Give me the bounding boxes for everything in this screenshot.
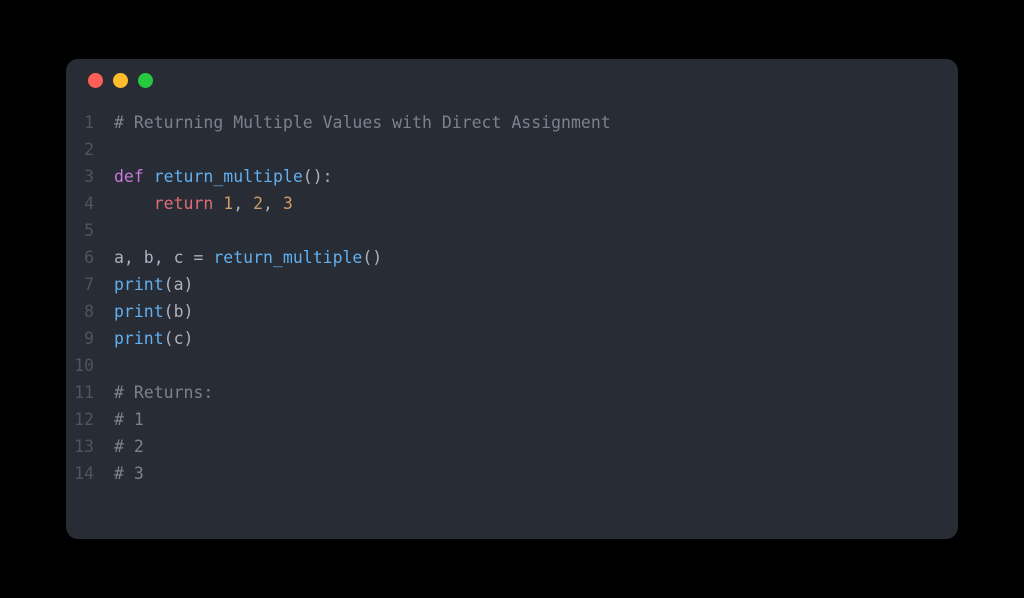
- code-token: def: [114, 167, 144, 186]
- code-line: 13# 2: [66, 433, 958, 460]
- line-number: 10: [66, 352, 114, 379]
- code-token: =: [193, 248, 213, 267]
- line-number: 7: [66, 271, 114, 298]
- minimize-icon[interactable]: [113, 73, 128, 88]
- code-token: (a): [164, 275, 194, 294]
- code-content: a, b, c = return_multiple(): [114, 244, 382, 271]
- code-line: 7print(a): [66, 271, 958, 298]
- line-number: 6: [66, 244, 114, 271]
- line-number: 8: [66, 298, 114, 325]
- code-content: # Returns:: [114, 379, 213, 406]
- editor-window: 1# Returning Multiple Values with Direct…: [66, 59, 958, 539]
- code-content: def return_multiple():: [114, 163, 333, 190]
- code-token: 2: [253, 194, 263, 213]
- code-content: print(a): [114, 271, 193, 298]
- code-content: # 1: [114, 406, 144, 433]
- code-content: # 3: [114, 460, 144, 487]
- titlebar: [66, 59, 958, 101]
- code-line: 3def return_multiple():: [66, 163, 958, 190]
- code-line: 11# Returns:: [66, 379, 958, 406]
- line-number: 4: [66, 190, 114, 217]
- code-line: 5: [66, 217, 958, 244]
- code-token: print: [114, 302, 164, 321]
- code-token: 1: [223, 194, 233, 213]
- code-token: # Returning Multiple Values with Direct …: [114, 113, 611, 132]
- code-token: # 1: [114, 410, 144, 429]
- line-number: 5: [66, 217, 114, 244]
- zoom-icon[interactable]: [138, 73, 153, 88]
- line-number: 2: [66, 136, 114, 163]
- code-content: print(c): [114, 325, 193, 352]
- code-token: ,: [263, 194, 283, 213]
- code-content: # Returning Multiple Values with Direct …: [114, 109, 611, 136]
- code-line: 1# Returning Multiple Values with Direct…: [66, 109, 958, 136]
- code-line: 4 return 1, 2, 3: [66, 190, 958, 217]
- code-line: 10: [66, 352, 958, 379]
- code-token: ():: [303, 167, 333, 186]
- code-token: [114, 194, 154, 213]
- code-line: 8print(b): [66, 298, 958, 325]
- code-token: return_multiple: [213, 248, 362, 267]
- code-token: print: [114, 275, 164, 294]
- code-token: ,: [233, 194, 253, 213]
- line-number: 12: [66, 406, 114, 433]
- code-token: [144, 167, 154, 186]
- code-line: 6a, b, c = return_multiple(): [66, 244, 958, 271]
- code-token: (c): [164, 329, 194, 348]
- line-number: 9: [66, 325, 114, 352]
- code-line: 2: [66, 136, 958, 163]
- code-content: return 1, 2, 3: [114, 190, 293, 217]
- line-number: 11: [66, 379, 114, 406]
- code-content: print(b): [114, 298, 193, 325]
- code-token: a, b, c: [114, 248, 193, 267]
- line-number: 13: [66, 433, 114, 460]
- code-token: (): [362, 248, 382, 267]
- code-token: 3: [283, 194, 293, 213]
- code-line: 12# 1: [66, 406, 958, 433]
- code-token: return: [154, 194, 214, 213]
- code-line: 14# 3: [66, 460, 958, 487]
- code-content: # 2: [114, 433, 144, 460]
- code-token: # Returns:: [114, 383, 213, 402]
- line-number: 1: [66, 109, 114, 136]
- close-icon[interactable]: [88, 73, 103, 88]
- code-token: # 2: [114, 437, 144, 456]
- line-number: 3: [66, 163, 114, 190]
- code-token: # 3: [114, 464, 144, 483]
- code-token: [213, 194, 223, 213]
- line-number: 14: [66, 460, 114, 487]
- code-token: return_multiple: [154, 167, 303, 186]
- code-token: print: [114, 329, 164, 348]
- code-area[interactable]: 1# Returning Multiple Values with Direct…: [66, 101, 958, 503]
- code-line: 9print(c): [66, 325, 958, 352]
- code-token: (b): [164, 302, 194, 321]
